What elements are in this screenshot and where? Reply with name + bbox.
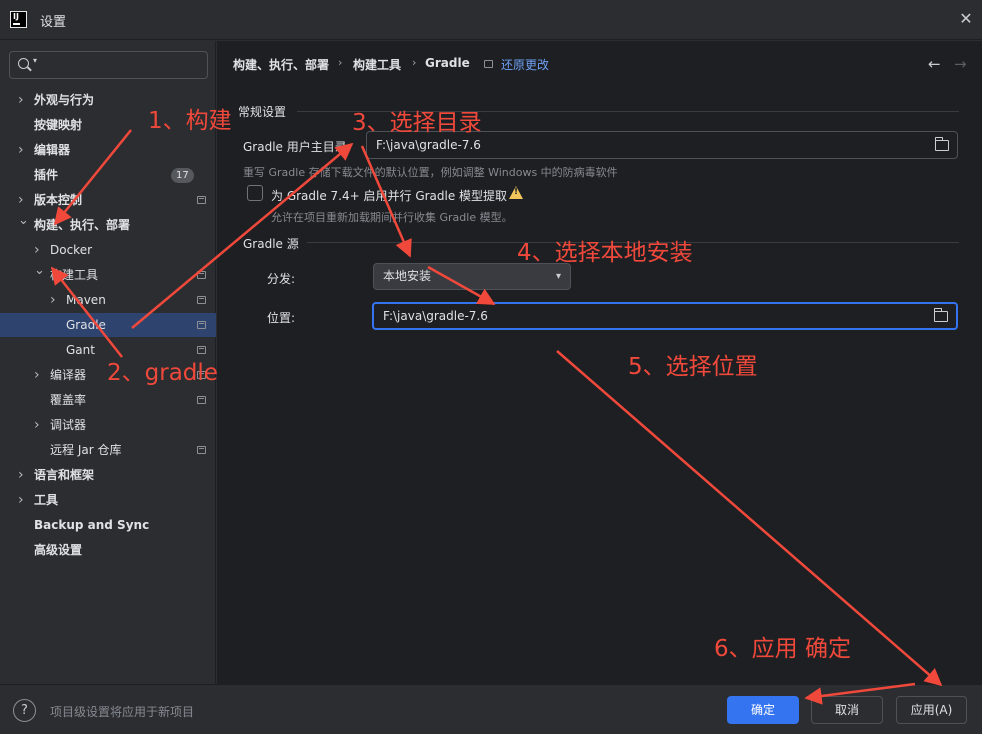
sidebar-item[interactable]: Backup and Sync (0, 513, 216, 537)
project-scope-icon (197, 271, 206, 279)
ok-button[interactable]: 确定 (727, 696, 799, 724)
general-section-title: 常规设置 (238, 105, 287, 119)
window-title: 设置 (40, 15, 67, 30)
sidebar-item[interactable]: ⌄ 构建、执行、部署 (0, 213, 216, 237)
sidebar-item[interactable]: › 编辑器 (0, 138, 216, 162)
title-bar: IJ 设置 ✕ (0, 0, 982, 40)
sidebar-item-label: 版本控制 (34, 193, 83, 207)
gradle-source-section-title: Gradle 源 (243, 237, 299, 251)
distribution-label: 分发: (267, 272, 296, 286)
chevron-right-icon[interactable]: › (34, 363, 40, 387)
sidebar-item-label: Gant (66, 343, 95, 357)
search-icon (18, 58, 29, 69)
sidebar-item-label: 调试器 (50, 418, 87, 432)
sidebar-item[interactable]: 覆盖率 (0, 388, 216, 412)
project-scope-icon (197, 446, 206, 454)
chevron-right-icon[interactable]: › (18, 138, 24, 162)
sidebar-item-label: 按键映射 (34, 118, 83, 132)
project-scope-icon (197, 196, 206, 204)
location-value: F:\java\gradle-7.6 (383, 309, 488, 323)
folder-icon[interactable] (933, 308, 948, 322)
sidebar-item-label: 语言和框架 (34, 468, 95, 482)
sidebar-item[interactable]: › 版本控制 (0, 188, 216, 212)
footer-note: 项目级设置将应用于新项目 (50, 705, 195, 719)
search-input[interactable]: ▾ (9, 51, 208, 79)
sidebar-item-label: Maven (66, 293, 106, 307)
project-scope-icon (197, 396, 206, 404)
breadcrumb-separator: › (338, 56, 343, 69)
project-scope-icon (484, 60, 493, 68)
revert-changes-link[interactable]: 还原更改 (501, 56, 549, 73)
project-scope-icon (197, 321, 206, 329)
search-options-caret-icon[interactable]: ▾ (33, 56, 37, 65)
warning-icon (509, 186, 523, 199)
app-logo-icon: IJ (10, 11, 27, 28)
chevron-right-icon[interactable]: › (18, 488, 24, 512)
help-icon[interactable]: ? (13, 699, 36, 722)
annotation-step2: 2、gradle (107, 360, 218, 386)
parallel-model-label[interactable]: 为 Gradle 7.4+ 启用并行 Gradle 模型提取 (271, 187, 507, 204)
sidebar-item-label: 构建、执行、部署 (34, 218, 131, 232)
sidebar-item[interactable]: 插件 17 (0, 163, 216, 187)
parallel-model-hint: 允许在项目重新加载期间并行收集 Gradle 模型。 (271, 211, 513, 224)
back-arrow-icon[interactable]: ← (928, 55, 941, 73)
breadcrumb-item-build-tools[interactable]: 构建工具 (353, 56, 401, 73)
chevron-right-icon[interactable]: › (34, 413, 40, 437)
sidebar-item[interactable]: › 调试器 (0, 413, 216, 437)
apply-button[interactable]: 应用(A) (896, 696, 967, 724)
sidebar-item-label: Docker (50, 243, 93, 257)
sidebar-item-label: 插件 (34, 168, 59, 182)
breadcrumb-item-build[interactable]: 构建、执行、部署 (233, 56, 329, 73)
distribution-dropdown[interactable]: 本地安装 ▾ (373, 263, 571, 290)
sidebar-item[interactable]: 远程 Jar 仓库 (0, 438, 216, 462)
user-home-label: Gradle 用户主目录: (243, 140, 351, 154)
sidebar-item[interactable]: Gradle (0, 313, 216, 337)
user-home-value: F:\java\gradle-7.6 (376, 138, 481, 152)
sidebar-item[interactable]: 高级设置 (0, 538, 216, 562)
sidebar-item-label: Gradle (66, 318, 106, 332)
settings-main-panel: 构建、执行、部署 › 构建工具 › Gradle 还原更改 ← → 常规设置 G… (217, 41, 982, 684)
sidebar-item-label: 编译器 (50, 368, 87, 382)
plugin-count-badge: 17 (171, 168, 194, 183)
sidebar-item[interactable]: › 语言和框架 (0, 463, 216, 487)
sidebar-item-label: 覆盖率 (50, 393, 87, 407)
annotation-step1: 1、构建 (148, 108, 232, 134)
parallel-model-checkbox[interactable] (247, 185, 263, 201)
location-label: 位置: (267, 311, 296, 325)
forward-arrow-icon[interactable]: → (954, 55, 967, 73)
chevron-right-icon[interactable]: › (18, 463, 24, 487)
sidebar-item[interactable]: › Docker (0, 238, 216, 262)
annotation-step5: 5、选择位置 (628, 354, 758, 380)
user-home-hint: 重写 Gradle 存储下载文件的默认位置，例如调整 Windows 中的防病毒… (243, 166, 618, 179)
breadcrumb-separator: › (412, 56, 417, 69)
sidebar-item-label: 编辑器 (34, 143, 71, 157)
chevron-down-icon: ▾ (555, 271, 561, 282)
close-icon[interactable]: ✕ (956, 9, 976, 29)
sidebar-item-label: 高级设置 (34, 543, 83, 557)
folder-icon[interactable] (934, 137, 949, 151)
dialog-footer: ? 项目级设置将应用于新项目 确定 取消 应用(A) (0, 684, 982, 734)
sidebar-item-label: 工具 (34, 493, 59, 507)
location-field[interactable]: F:\java\gradle-7.6 (372, 302, 958, 330)
annotation-step3: 3、选择目录 (352, 110, 482, 136)
annotation-step4: 4、选择本地安装 (517, 240, 693, 266)
sidebar-item-label: Backup and Sync (34, 518, 150, 532)
sidebar-item-label: 外观与行为 (34, 93, 95, 107)
distribution-value: 本地安装 (383, 269, 432, 283)
chevron-right-icon[interactable]: › (18, 88, 24, 112)
breadcrumb-item-gradle: Gradle (425, 56, 470, 70)
sidebar-item[interactable]: ⌄ 构建工具 (0, 263, 216, 287)
sidebar-item-label: 远程 Jar 仓库 (50, 443, 122, 457)
sidebar-item-label: 构建工具 (50, 268, 99, 282)
chevron-right-icon[interactable]: › (50, 288, 56, 312)
chevron-down-icon[interactable]: ⌄ (34, 259, 45, 283)
cancel-button[interactable]: 取消 (811, 696, 883, 724)
sidebar-item[interactable]: › 工具 (0, 488, 216, 512)
sidebar-item[interactable]: › Maven (0, 288, 216, 312)
annotation-step6: 6、应用 确定 (714, 636, 851, 662)
chevron-down-icon[interactable]: ⌄ (18, 209, 29, 233)
project-scope-icon (197, 296, 206, 304)
